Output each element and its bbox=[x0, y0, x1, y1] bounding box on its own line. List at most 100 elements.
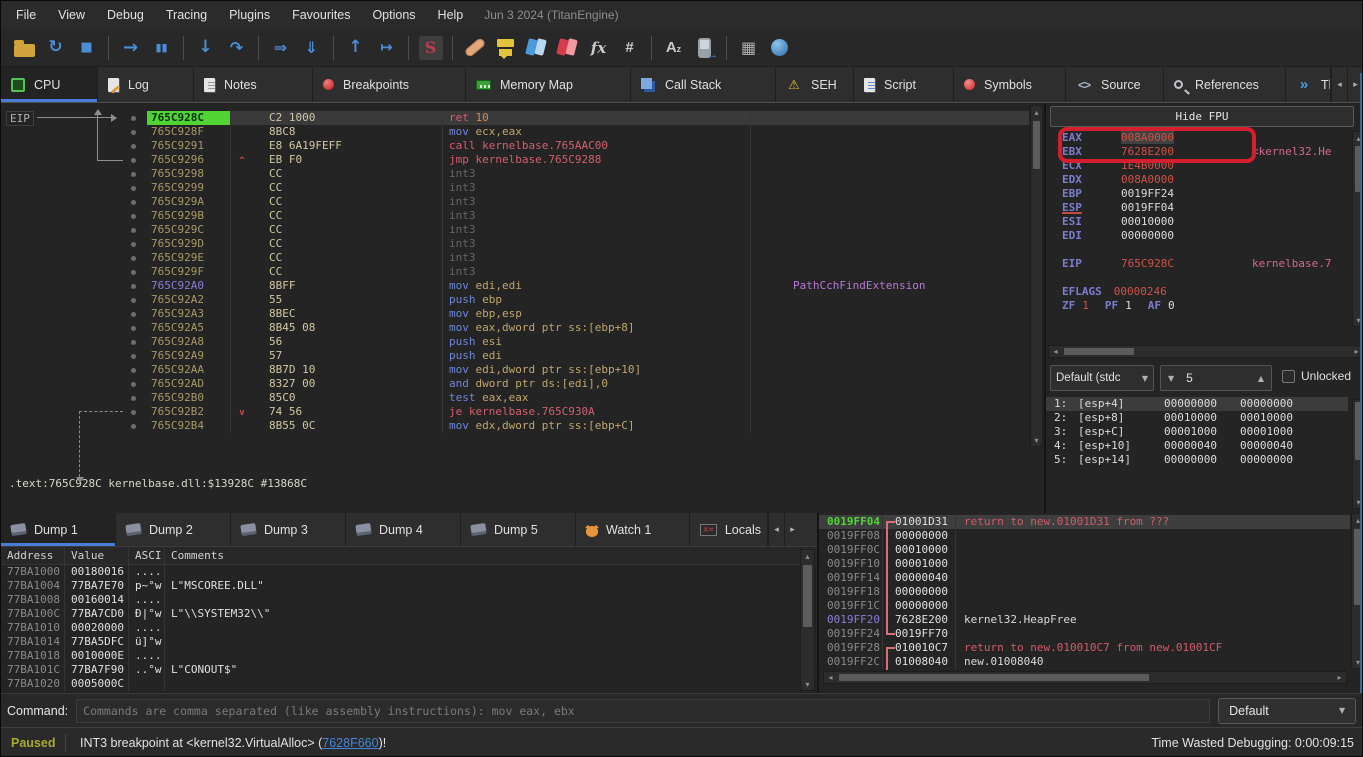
restart-icon[interactable]: ↻ bbox=[40, 33, 71, 63]
breakpoint-dot[interactable] bbox=[131, 354, 136, 359]
settings-icon[interactable]: S bbox=[415, 33, 446, 63]
checkbox-icon[interactable] bbox=[1282, 370, 1295, 383]
register-row[interactable]: EDX008A0000 bbox=[1046, 173, 1348, 187]
disasm-row[interactable]: 765C92A58B45 08mov eax,dword ptr ss:[ebp… bbox=[1, 321, 1029, 335]
scroll-thumb[interactable] bbox=[839, 674, 1149, 681]
register-row[interactable]: ECX1E4B0000 bbox=[1046, 159, 1348, 173]
stack-row[interactable]: 0019FF0401001D31return to new.01001D31 f… bbox=[819, 515, 1350, 529]
tab-seh[interactable]: ⚠SEH bbox=[776, 67, 854, 102]
arg-row[interactable]: 5:[esp+14]0000000000000000 bbox=[1046, 453, 1348, 467]
breakpoint-dot[interactable] bbox=[131, 410, 136, 415]
disasm-row[interactable]: 765C9298CCint3 bbox=[1, 167, 1029, 181]
modules-icon[interactable]: → bbox=[689, 33, 720, 63]
spinner-up-icon[interactable]: ▲ bbox=[1258, 374, 1264, 383]
dump-row[interactable]: 77BA100C77BA7CD0Đ|°wL"\\SYSTEM32\\" bbox=[1, 607, 817, 621]
breakpoint-dot[interactable] bbox=[131, 242, 136, 247]
step-into-icon[interactable]: ↓ bbox=[190, 33, 221, 63]
menu-item-debug[interactable]: Debug bbox=[96, 1, 155, 29]
registers-h-scrollbar[interactable]: ◂ ▸ bbox=[1048, 345, 1363, 358]
disasm-row[interactable]: 765C92AA8B7D 10mov edi,dword ptr ss:[ebp… bbox=[1, 363, 1029, 377]
dump-pane[interactable]: Dump 1Dump 2Dump 3Dump 4Dump 5Watch 1x=L… bbox=[1, 513, 817, 693]
execute-till-return-icon[interactable]: ⇒ bbox=[265, 33, 296, 63]
disassembly-pane[interactable]: EIP 765C928CC2 1000ret 10765C928F8BC8mov… bbox=[1, 103, 1044, 513]
scroll-down-icon[interactable]: ▾ bbox=[1031, 434, 1042, 446]
stack-h-scrollbar[interactable]: ◂ ▸ bbox=[823, 671, 1347, 684]
stack-row[interactable]: 0019FF2C01008040new.01008040 bbox=[819, 655, 1350, 669]
dump-row[interactable]: 77BA100800160014.... bbox=[1, 593, 817, 607]
disasm-row[interactable]: 765C9299CCint3 bbox=[1, 181, 1029, 195]
scroll-up-icon[interactable]: ▴ bbox=[1031, 106, 1042, 118]
registers-pane[interactable]: Hide FPU EAX008A0000EBX7628E200<kernel32… bbox=[1044, 103, 1363, 513]
stack-row[interactable]: 0019FF0800000000 bbox=[819, 529, 1350, 543]
breakpoint-dot[interactable] bbox=[131, 368, 136, 373]
disasm-row[interactable]: 765C929FCCint3 bbox=[1, 265, 1029, 279]
disasm-row[interactable]: 765C9291E8 6A19FEFFcall kernelbase.765AA… bbox=[1, 139, 1029, 153]
breakpoint-dot[interactable] bbox=[131, 130, 136, 135]
tab-log[interactable]: Log bbox=[98, 67, 194, 102]
breakpoint-dot[interactable] bbox=[131, 298, 136, 303]
tab-references[interactable]: References bbox=[1164, 67, 1286, 102]
spinner-down-icon[interactable]: ▼ bbox=[1168, 374, 1174, 383]
tab-notes[interactable]: Notes bbox=[194, 67, 313, 102]
label-icon[interactable] bbox=[521, 33, 552, 63]
stack-row[interactable]: 0019FF1800000000 bbox=[819, 585, 1350, 599]
tab-thr[interactable]: »Thr bbox=[1286, 67, 1331, 102]
bookmark-icon[interactable] bbox=[552, 33, 583, 63]
disasm-row[interactable]: 765C92A38BECmov ebp,esp bbox=[1, 307, 1029, 321]
profile-select[interactable]: Default ▼ bbox=[1218, 698, 1356, 724]
dump-row[interactable]: 77BA100000180016.... bbox=[1, 565, 817, 579]
dump-v-scrollbar[interactable]: ▴ ▾ bbox=[800, 549, 815, 691]
disasm-row[interactable]: 765C928F8BC8mov ecx,eax bbox=[1, 125, 1029, 139]
arg-row[interactable]: 2:[esp+8]0001000000010000 bbox=[1046, 411, 1348, 425]
stack-row[interactable]: 0019FF1400000040 bbox=[819, 571, 1350, 585]
unlocked-checkbox[interactable]: Unlocked bbox=[1282, 369, 1351, 383]
dump-tab-scroll-left-button[interactable]: ◂ bbox=[768, 513, 784, 546]
tab-source[interactable]: <>Source bbox=[1066, 67, 1164, 102]
disasm-row[interactable]: 765C92A255push ebp bbox=[1, 293, 1029, 307]
breakpoint-dot[interactable] bbox=[131, 326, 136, 331]
dump-tab-watch-1[interactable]: Watch 1 bbox=[576, 513, 690, 546]
breakpoint-dot[interactable] bbox=[131, 214, 136, 219]
disasm-row[interactable]: 765C929BCCint3 bbox=[1, 209, 1029, 223]
breakpoint-dot[interactable] bbox=[131, 158, 136, 163]
disasm-row[interactable]: 765C92A08BFFmov edi,ediPathCchFindExtens… bbox=[1, 279, 1029, 293]
tab-memory-map[interactable]: Memory Map bbox=[466, 67, 631, 102]
dump-tab-scroll-right-button[interactable]: ▸ bbox=[784, 513, 800, 546]
disasm-row[interactable]: 765C92B48B55 0Cmov edx,dword ptr ss:[ebp… bbox=[1, 419, 1029, 433]
register-row[interactable]: EDI00000000 bbox=[1046, 229, 1348, 243]
tab-breakpoints[interactable]: Breakpoints bbox=[313, 67, 466, 102]
open-file-icon[interactable] bbox=[9, 33, 40, 63]
breakpoint-dot[interactable] bbox=[131, 312, 136, 317]
breakpoint-dot[interactable] bbox=[131, 228, 136, 233]
hide-fpu-button[interactable]: Hide FPU bbox=[1050, 106, 1354, 127]
breakpoint-dot[interactable] bbox=[131, 200, 136, 205]
patch-icon[interactable] bbox=[459, 33, 490, 63]
disasm-row[interactable]: 765C92B085C0test eax,eax bbox=[1, 391, 1029, 405]
tab-scroll-left-button[interactable]: ◂ bbox=[1331, 67, 1347, 102]
function-icon[interactable]: fx bbox=[583, 33, 614, 63]
scroll-thumb[interactable] bbox=[1033, 121, 1040, 169]
disasm-row[interactable]: 765C929CCCint3 bbox=[1, 223, 1029, 237]
scroll-down-icon[interactable]: ▾ bbox=[801, 678, 814, 690]
run-to-user-code-icon[interactable]: ⇓ bbox=[296, 33, 327, 63]
stack-row[interactable]: 0019FF1C00000000 bbox=[819, 599, 1350, 613]
disasm-row[interactable]: 765C92AD8327 00and dword ptr ds:[edi],0 bbox=[1, 377, 1029, 391]
tab-script[interactable]: Script bbox=[854, 67, 954, 102]
menu-item-file[interactable]: File bbox=[5, 1, 47, 29]
stack-row[interactable]: 0019FF1000001000 bbox=[819, 557, 1350, 571]
menu-item-tracing[interactable]: Tracing bbox=[155, 1, 218, 29]
comment-icon[interactable] bbox=[490, 33, 521, 63]
disasm-row[interactable]: 765C9296^EB F0jmp kernelbase.765C9288 bbox=[1, 153, 1029, 167]
scroll-left-icon[interactable]: ◂ bbox=[1049, 346, 1062, 357]
register-row[interactable]: EFLAGS00000246 bbox=[1046, 285, 1348, 299]
stack-row[interactable]: 0019FF0C00010000 bbox=[819, 543, 1350, 557]
stack-row[interactable]: 0019FF28010010C7return to new.010010C7 f… bbox=[819, 641, 1350, 655]
register-row[interactable]: ZF1PF1AF0 bbox=[1046, 299, 1348, 313]
disasm-row[interactable]: 765C929ECCint3 bbox=[1, 251, 1029, 265]
dump-row[interactable]: 77BA100477BA7E70p~°wL"MSCOREE.DLL" bbox=[1, 579, 817, 593]
tab-symbols[interactable]: Symbols bbox=[954, 67, 1066, 102]
stack-pane[interactable]: 0019FF0401001D31return to new.01001D31 f… bbox=[817, 513, 1363, 693]
hash-icon[interactable]: # bbox=[614, 33, 645, 63]
register-row[interactable] bbox=[1046, 271, 1348, 285]
breakpoint-dot[interactable] bbox=[131, 382, 136, 387]
